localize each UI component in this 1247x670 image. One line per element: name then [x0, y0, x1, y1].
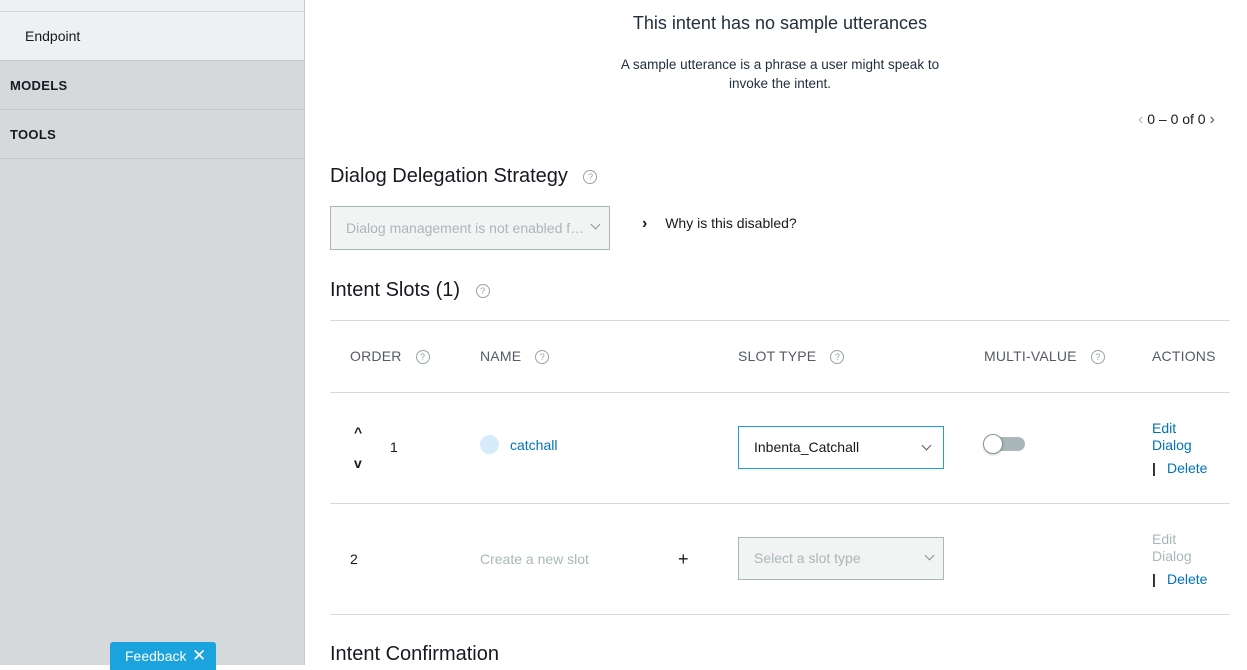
dialog-delegation-select[interactable]: Dialog management is not enabled f…	[330, 206, 610, 250]
column-header-multi-value: MULTI-VALUE ?	[984, 348, 1105, 365]
intent-slots-title: Intent Slots (1)	[330, 279, 461, 301]
action-separator: |	[1152, 571, 1156, 587]
column-header-order-label: ORDER	[350, 348, 402, 364]
dialog-delegation-heading: Dialog Delegation Strategy ?	[330, 165, 598, 188]
move-down-arrow-icon[interactable]: v	[354, 455, 362, 471]
column-header-order: ORDER ?	[350, 348, 430, 365]
sidebar-top-item[interactable]	[0, 0, 304, 12]
edit-dialog-link-disabled: Edit Dialog	[1152, 531, 1192, 565]
chevron-down-icon	[921, 440, 932, 451]
help-icon[interactable]: ?	[830, 350, 845, 365]
feedback-label: Feedback	[125, 648, 187, 664]
slot-color-dot	[480, 435, 499, 454]
new-slot-type-select[interactable]: Select a slot type	[738, 537, 944, 580]
edit-dialog-line-2: Dialog	[1152, 437, 1192, 453]
slot-name-link[interactable]: catchall	[510, 437, 557, 453]
utterances-desc-line-2: invoke the intent.	[728, 76, 832, 91]
intent-confirmation-title: Intent Confirmation	[330, 643, 499, 665]
slot-order: 1	[390, 439, 398, 455]
sidebar-section-tools[interactable]: TOOLS	[0, 110, 304, 159]
pagination-text: 0 – 0 of 0	[1147, 111, 1206, 127]
add-slot-icon[interactable]: +	[678, 549, 689, 570]
chevron-right-icon[interactable]: ›	[1210, 111, 1215, 128]
help-icon[interactable]: ?	[415, 350, 430, 365]
table-bottom-divider	[330, 614, 1230, 615]
new-slot-type-placeholder: Select a slot type	[754, 550, 861, 566]
delete-link[interactable]: Delete	[1167, 460, 1207, 476]
action-separator: |	[1152, 460, 1156, 476]
dialog-delegation-title: Dialog Delegation Strategy	[330, 165, 568, 187]
dialog-delegation-select-value: Dialog management is not enabled f…	[346, 220, 585, 236]
chevron-right-icon: ›	[642, 215, 648, 232]
edit-dialog-line-1: Edit	[1152, 420, 1177, 436]
help-icon[interactable]: ?	[535, 350, 550, 365]
move-up-arrow-icon[interactable]: ^	[354, 424, 362, 440]
sidebar-item-endpoint[interactable]: Endpoint	[0, 12, 304, 61]
utterances-empty-description: A sample utterance is a phrase a user mi…	[605, 55, 955, 93]
toggle-knob	[983, 434, 1003, 454]
new-slot-input[interactable]: Create a new slot	[480, 551, 589, 567]
utterances-empty-title: This intent has no sample utterances	[632, 13, 928, 33]
close-icon[interactable]: ✕	[192, 646, 206, 666]
delete-link[interactable]: Delete	[1167, 571, 1207, 587]
help-icon[interactable]: ?	[475, 283, 490, 298]
chevron-down-icon	[590, 219, 601, 230]
slot-order: 2	[350, 551, 358, 567]
column-header-name: NAME ?	[480, 348, 550, 365]
table-header-divider	[330, 392, 1230, 393]
column-header-name-label: NAME	[480, 348, 522, 364]
edit-dialog-line-2: Dialog	[1152, 548, 1192, 564]
why-disabled-toggle[interactable]: › Why is this disabled?	[642, 215, 797, 233]
sidebar-section-models[interactable]: MODELS	[0, 61, 304, 110]
table-top-divider	[330, 320, 1230, 321]
sidebar: Endpoint MODELS TOOLS Feedback ✕	[0, 0, 305, 670]
utterances-desc-line-1: A sample utterance is a phrase a user mi…	[620, 57, 940, 72]
intent-slots-heading: Intent Slots (1) ?	[330, 279, 490, 302]
column-header-slot-type: SLOT TYPE ?	[738, 348, 845, 365]
column-header-multi-value-label: MULTI-VALUE	[984, 348, 1077, 364]
slot-type-select[interactable]: Inbenta_Catchall	[738, 426, 944, 469]
main-content: This intent has no sample utterances A s…	[305, 0, 1247, 665]
edit-dialog-line-1: Edit	[1152, 531, 1177, 547]
chevron-down-icon	[924, 550, 935, 561]
feedback-button[interactable]: Feedback ✕	[110, 642, 216, 670]
column-header-actions: ACTIONS	[1152, 348, 1216, 364]
multi-value-toggle[interactable]	[983, 434, 1025, 454]
why-disabled-label: Why is this disabled?	[665, 215, 797, 231]
pagination: ‹ 0 – 0 of 0 ›	[1138, 111, 1215, 129]
help-icon[interactable]: ?	[583, 169, 598, 184]
chevron-left-icon[interactable]: ‹	[1138, 111, 1143, 128]
help-icon[interactable]: ?	[1090, 350, 1105, 365]
column-header-slot-type-label: SLOT TYPE	[738, 348, 817, 364]
edit-dialog-link[interactable]: Edit Dialog	[1152, 420, 1192, 454]
table-row-divider	[330, 503, 1230, 504]
slot-type-value: Inbenta_Catchall	[754, 439, 860, 455]
